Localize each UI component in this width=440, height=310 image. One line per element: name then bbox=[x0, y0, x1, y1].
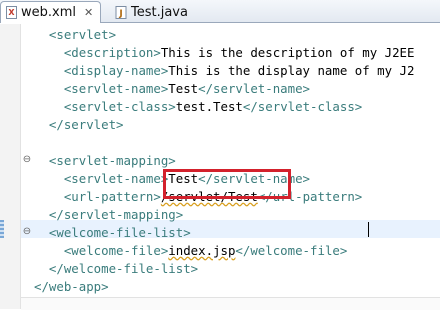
change-marker bbox=[0, 220, 4, 238]
xml-tag: <servlet> bbox=[48, 27, 117, 42]
xml-tag: </servlet-mapping> bbox=[48, 207, 184, 222]
code-line[interactable]: </welcome-file-list> bbox=[34, 260, 198, 278]
code-line[interactable]: <welcome-file>index.jsp</welcome-file> bbox=[34, 242, 347, 260]
xml-tag: <display-name> bbox=[63, 63, 169, 78]
xml-text: Test bbox=[168, 81, 199, 96]
editor-tab-bar: X web.xml ✕ J Test.java bbox=[0, 0, 440, 23]
xml-text: This is the description of my J2EE bbox=[160, 45, 415, 60]
xml-editor[interactable]: ⊖ ⊖ <servlet> <description>This is the de… bbox=[0, 24, 440, 310]
xml-tag: <servlet-class> bbox=[63, 99, 176, 114]
code-line[interactable]: </web-app> bbox=[34, 278, 109, 296]
horizontal-scrollbar[interactable] bbox=[21, 297, 440, 310]
code-line[interactable]: <description>This is the description of … bbox=[34, 44, 415, 62]
editor-gutter bbox=[0, 24, 21, 309]
xml-text: This is the display name of my J2 bbox=[168, 63, 415, 78]
code-line[interactable]: <servlet-name>Test</servlet-name> bbox=[34, 80, 310, 98]
highlight-box bbox=[163, 169, 291, 199]
xml-tag: <servlet-name> bbox=[63, 81, 169, 96]
xml-tag: </servlet-name> bbox=[198, 81, 311, 96]
code-line[interactable]: <display-name>This is the display name o… bbox=[34, 62, 415, 80]
text-cursor bbox=[368, 222, 369, 237]
xml-text: test.Test bbox=[175, 99, 243, 114]
xml-tag: </web-app> bbox=[34, 279, 109, 294]
xml-tag: <servlet-mapping> bbox=[48, 153, 176, 168]
xml-tag: </servlet> bbox=[48, 117, 124, 132]
xml-tag: </servlet-class> bbox=[242, 99, 363, 114]
tab-web-xml[interactable]: X web.xml ✕ bbox=[0, 1, 101, 23]
xml-tag: </welcome-file-list> bbox=[48, 261, 199, 276]
xml-file-icon: X bbox=[6, 6, 17, 19]
code-line[interactable]: <servlet> bbox=[34, 26, 116, 44]
java-file-icon: J bbox=[115, 5, 127, 19]
xml-tag: <welcome-file> bbox=[63, 243, 169, 258]
xml-tag: <welcome-file-list> bbox=[48, 225, 191, 240]
code-line[interactable]: </servlet> bbox=[34, 116, 124, 134]
code-line[interactable]: <servlet-mapping> bbox=[34, 152, 176, 170]
xml-text: index.jsp bbox=[168, 243, 236, 258]
code-line[interactable]: <welcome-file-list> bbox=[34, 224, 191, 242]
xml-tag: <servlet-name> bbox=[63, 171, 169, 186]
xml-tag: </welcome-file> bbox=[235, 243, 348, 258]
svg-text:J: J bbox=[118, 9, 122, 19]
code-line[interactable]: <servlet-class>test.Test</servlet-class> bbox=[34, 98, 362, 116]
fold-toggle-icon[interactable]: ⊖ bbox=[21, 227, 33, 239]
tab-label: Test.java bbox=[131, 4, 188, 20]
fold-toggle-icon[interactable]: ⊖ bbox=[21, 155, 33, 167]
xml-tag: <description> bbox=[63, 45, 161, 60]
xml-tag: <url-pattern> bbox=[63, 189, 161, 204]
code-line[interactable]: </servlet-mapping> bbox=[34, 206, 183, 224]
close-tab-icon[interactable]: ✕ bbox=[84, 7, 93, 18]
tab-test-java[interactable]: J Test.java bbox=[110, 1, 220, 23]
tab-label: web.xml bbox=[21, 5, 76, 20]
